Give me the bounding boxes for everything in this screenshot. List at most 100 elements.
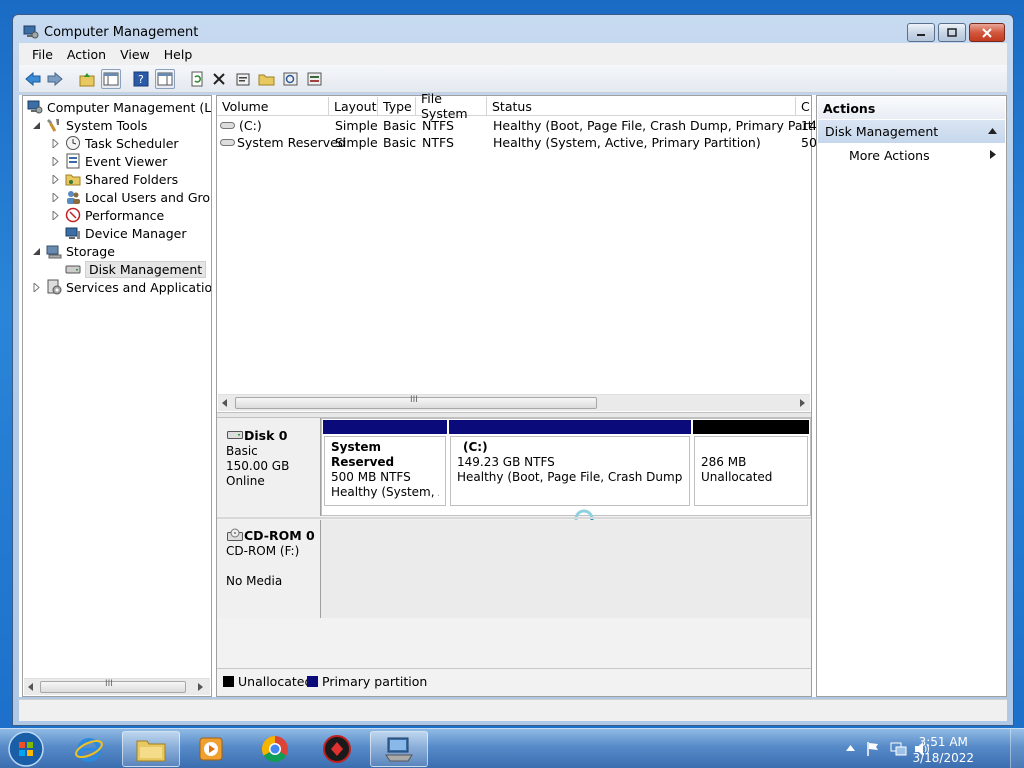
disk-management-pane: Volume Layout Type File System Status C … [216, 91, 845, 697]
action-center-flag-icon[interactable] [866, 741, 880, 757]
disk-properties-button[interactable] [305, 69, 325, 89]
up-one-level-button[interactable] [77, 69, 97, 89]
taskbar: 3:51 AM 3/18/2022 [0, 728, 1024, 768]
properties-button[interactable] [233, 69, 253, 89]
network-icon[interactable] [890, 741, 908, 757]
column-header-status[interactable]: Status [487, 97, 796, 116]
column-header-file-system[interactable]: File System [416, 91, 487, 121]
scroll-right-arrow-icon[interactable] [800, 399, 806, 407]
open-folder-icon [258, 74, 275, 86]
tree-scroll-thumb[interactable]: III [40, 679, 186, 693]
tools-icon [46, 117, 62, 133]
collapse-up-icon[interactable] [988, 128, 997, 134]
expand-arrow-icon[interactable] [52, 175, 61, 184]
tree-item-disk-management[interactable]: Disk Management [65, 260, 207, 278]
event-viewer-icon [65, 153, 81, 169]
show-hidden-icons-icon[interactable] [846, 745, 855, 751]
tree-item-event-viewer[interactable]: Event Viewer [65, 152, 167, 170]
scroll-left-arrow-icon[interactable] [222, 399, 228, 407]
tree-item-performance[interactable]: Performance [65, 206, 164, 224]
scroll-left-arrow-icon[interactable] [28, 683, 34, 691]
storage-icon [46, 243, 62, 259]
taskbar-internet-explorer[interactable] [60, 731, 118, 767]
expand-arrow-icon[interactable] [52, 157, 61, 166]
c-drive-bar [449, 420, 691, 434]
taskbar-chrome[interactable] [246, 731, 304, 767]
volume-list-scroll-thumb[interactable]: III [235, 395, 597, 409]
window-title: Computer Management [44, 25, 199, 40]
tree-item-system-tools[interactable]: System Tools [46, 116, 147, 134]
disk-0-label[interactable]: Disk 0 Basic 150.00 GB Online [217, 418, 321, 516]
expand-arrow-icon[interactable] [52, 193, 61, 202]
close-button[interactable] [969, 23, 1005, 42]
column-header-type[interactable]: Type [378, 97, 416, 116]
folder-icon [136, 740, 166, 762]
disk-properties-icon [307, 72, 322, 86]
folder-up-icon [79, 73, 95, 87]
taskbar-windows-explorer[interactable] [122, 731, 180, 767]
svg-text:?: ? [138, 73, 144, 86]
back-button[interactable] [23, 69, 43, 89]
tree-horizontal-scrollbar[interactable]: III [24, 678, 210, 695]
action-pane-icon [157, 72, 173, 86]
taskbar-computer-management[interactable] [370, 731, 428, 767]
forward-button[interactable] [45, 69, 65, 89]
more-actions-item[interactable]: More Actions [818, 144, 1005, 166]
table-row[interactable]: (C:) Simple Basic NTFS Healthy (Boot, Pa… [217, 117, 845, 134]
menu-help[interactable]: Help [157, 47, 200, 62]
expand-arrow-icon[interactable] [33, 283, 42, 292]
start-button[interactable] [4, 729, 48, 768]
show-hide-action-pane-button[interactable] [155, 69, 175, 89]
taskbar-media-player[interactable] [182, 731, 240, 767]
actions-section-disk-management[interactable]: Disk Management [818, 120, 1005, 143]
tree-item-storage[interactable]: Storage [46, 242, 115, 260]
partition-unallocated[interactable]: 286 MB Unallocated [694, 436, 808, 506]
show-desktop-button[interactable] [1010, 729, 1024, 768]
red-app-icon [323, 735, 351, 763]
expand-arrow-icon[interactable] [52, 211, 61, 220]
minimize-button[interactable] [907, 23, 935, 42]
close-icon [982, 27, 992, 38]
internet-explorer-icon [75, 738, 103, 762]
table-row[interactable]: System Reserved Simple Basic NTFS Health… [217, 134, 817, 151]
disk-0-partitions: System Reserved 500 MB NTFS Healthy (Sys… [321, 418, 811, 516]
column-header-layout[interactable]: Layout [329, 97, 378, 116]
toolbar: ? [19, 65, 1007, 93]
legend-primary-label: Primary partition [322, 674, 428, 689]
cdrom-divider [217, 517, 811, 519]
open-folder-button[interactable] [257, 69, 277, 89]
tree-item-computer-management[interactable]: Computer Management (Local [27, 98, 211, 116]
partition-system-reserved[interactable]: System Reserved 500 MB NTFS Healthy (Sys… [324, 436, 446, 506]
collapse-arrow-icon[interactable] [33, 247, 42, 256]
show-hide-tree-button[interactable] [101, 69, 121, 89]
delete-x-icon [213, 73, 225, 85]
delete-button[interactable] [209, 69, 229, 89]
actions-header: Actions [818, 97, 1005, 119]
column-header-capacity[interactable]: C [796, 97, 811, 116]
shared-folder-icon [65, 171, 81, 187]
menu-file[interactable]: File [25, 47, 60, 62]
column-header-volume[interactable]: Volume [217, 97, 329, 116]
help-button[interactable]: ? [131, 69, 151, 89]
collapse-arrow-icon[interactable] [33, 121, 42, 130]
tree-item-local-users-groups[interactable]: Local Users and Groups [65, 188, 211, 206]
tree-item-shared-folders[interactable]: Shared Folders [65, 170, 178, 188]
menu-action[interactable]: Action [60, 47, 113, 62]
tree-item-services-applications[interactable]: Services and Applications [46, 278, 211, 296]
content-area: Computer Management (Local System Tools … [19, 91, 1007, 697]
search-button[interactable] [281, 69, 301, 89]
tree-item-device-manager[interactable]: Device Manager [65, 224, 187, 242]
taskbar-clock[interactable]: 3:51 AM 3/18/2022 [912, 734, 974, 766]
volume-list-horizontal-scrollbar[interactable]: III [218, 394, 810, 411]
users-icon [65, 189, 81, 205]
taskbar-app-red[interactable] [308, 731, 366, 767]
maximize-button[interactable] [938, 23, 966, 42]
refresh-button[interactable] [187, 69, 207, 89]
menu-view[interactable]: View [113, 47, 157, 62]
cdrom-0-label[interactable]: CD-ROM 0 CD-ROM (F:) No Media [217, 520, 321, 618]
expand-arrow-icon[interactable] [52, 139, 61, 148]
partition-c-drive[interactable]: (C:) 149.23 GB NTFS Healthy (Boot, Page … [450, 436, 690, 506]
computer-management-icon [27, 99, 43, 115]
scroll-right-arrow-icon[interactable] [198, 683, 204, 691]
tree-item-task-scheduler[interactable]: Task Scheduler [65, 134, 179, 152]
